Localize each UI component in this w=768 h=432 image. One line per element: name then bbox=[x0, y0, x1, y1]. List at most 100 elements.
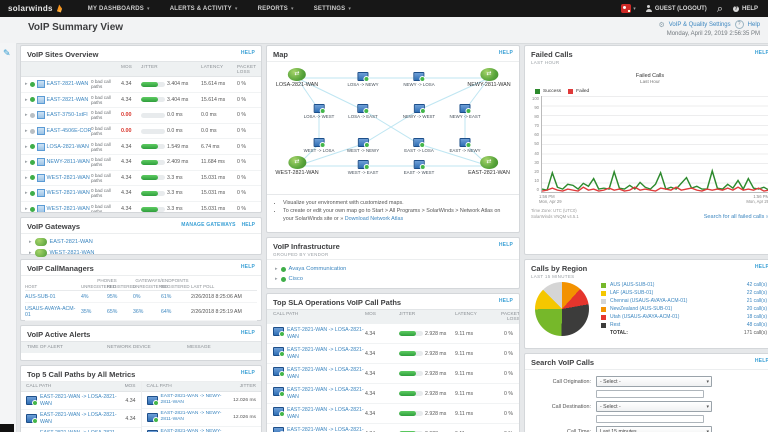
help-link[interactable]: HELP bbox=[241, 264, 255, 270]
expand-icon[interactable]: ▸ bbox=[275, 266, 278, 272]
nav-my-dashboards[interactable]: MY DASHBOARDS▾ bbox=[79, 0, 159, 17]
help-link[interactable]: HELP bbox=[241, 330, 255, 336]
expand-icon[interactable]: ▸ bbox=[25, 112, 28, 118]
call-path-link[interactable]: EAST-2821-WAN -> NEWY-2811-WAN bbox=[161, 411, 231, 423]
call-path-link[interactable]: EAST-2821-WAN -> LOSA-2821-WAN bbox=[40, 394, 122, 407]
call-path-link[interactable]: EAST-2821-WAN -> LOSA-2821-WAN bbox=[287, 427, 365, 432]
call-path-link[interactable]: EAST-2821-WAN -> LOSA-2821-WAN bbox=[287, 367, 365, 380]
expand-icon[interactable]: ▸ bbox=[25, 128, 28, 134]
region-link[interactable]: Utah (USAUS-AVAYA-ACM-01) bbox=[610, 314, 743, 320]
call-path-link[interactable]: EAST-2821-WAN -> NEWY-2811-WAN bbox=[161, 394, 231, 406]
search-failed-calls-link[interactable]: Search for all failed calls » bbox=[704, 214, 768, 220]
map-node-router[interactable]: ⇄NEWY-2811-WAN bbox=[467, 68, 510, 88]
help-link[interactable]: HELP bbox=[499, 242, 513, 251]
solarwinds-logo[interactable]: solarwinds bbox=[8, 4, 53, 13]
map-node-path[interactable]: LOSA -> NEWY bbox=[347, 72, 378, 87]
expand-icon[interactable]: ▸ bbox=[25, 159, 28, 165]
sla-row[interactable]: EAST-2821-WAN -> LOSA-2821-WAN 4.34 2.92… bbox=[267, 324, 519, 344]
help-button[interactable]: ?HELP bbox=[733, 6, 758, 12]
network-map[interactable]: ⇄LOSA-2821-WAN ⇄NEWY-2811-WAN ⇄WEST-2821… bbox=[267, 61, 519, 194]
map-node-path[interactable]: LOSA -> EAST bbox=[348, 104, 377, 119]
site-row[interactable]: ▸ NEWY-2811-WAN 0 bad call paths 4.34 2.… bbox=[21, 155, 261, 171]
call-path-link[interactable]: EAST-2821-WAN -> LOSA-2821-WAN bbox=[287, 347, 365, 360]
sla-row[interactable]: EAST-2821-WAN -> LOSA-2821-WAN 4.34 2.92… bbox=[267, 344, 519, 364]
region-legend-row[interactable]: LAF (AUS-SUB-01) 22 call(s) bbox=[601, 289, 767, 297]
nav-alerts-activity[interactable]: ALERTS & ACTIVITY▾ bbox=[161, 0, 247, 17]
call-destination-input[interactable] bbox=[596, 415, 704, 423]
site-link[interactable]: WEST-2821-WAN bbox=[47, 190, 90, 196]
site-row[interactable]: ▸ EAST-3750-1stFl 0 bad call paths 0.00 … bbox=[21, 108, 261, 124]
call-path-row[interactable]: EAST-2821-WAN -> LOSA-2821-WAN 4.34 bbox=[21, 392, 141, 410]
help-link[interactable]: HELP bbox=[242, 222, 255, 228]
map-node-router[interactable]: ⇄WEST-2821-WAN bbox=[275, 156, 318, 176]
call-path-row[interactable]: EAST-2821-WAN -> NEWY-2811-WAN 12.026 ms bbox=[142, 427, 262, 432]
help-link[interactable]: HELP bbox=[755, 264, 768, 273]
site-link[interactable]: NEWY-2811-WAN bbox=[47, 159, 90, 165]
site-row[interactable]: ▸ WEST-2821-WAN 0 bad call paths 4.34 3.… bbox=[21, 171, 261, 187]
site-link[interactable]: EAST-2821-WAN bbox=[47, 97, 89, 103]
site-link[interactable]: EAST-4506E-CORE bbox=[47, 128, 91, 134]
vendor-item[interactable]: ▸ Cisco bbox=[275, 274, 511, 284]
map-node-path[interactable]: WEST -> LOSA bbox=[304, 138, 335, 153]
help-link[interactable]: HELP bbox=[499, 50, 513, 56]
call-origination-input[interactable] bbox=[596, 390, 704, 398]
sla-row[interactable]: EAST-2821-WAN -> LOSA-2821-WAN 4.34 2.92… bbox=[267, 364, 519, 384]
nav-reports[interactable]: REPORTS▾ bbox=[249, 0, 303, 17]
call-path-link[interactable]: EAST-2821-WAN -> LOSA-2821-WAN bbox=[287, 387, 365, 400]
map-node-path[interactable]: NEWY -> LOSA bbox=[403, 72, 434, 87]
region-link[interactable]: Rest bbox=[610, 322, 743, 328]
site-row[interactable]: ▸ LOSA-2821-WAN 0 bad call paths 4.34 1.… bbox=[21, 139, 261, 155]
gateway-link[interactable]: WEST-2821-WAN bbox=[50, 250, 95, 256]
expand-icon[interactable]: ▸ bbox=[25, 81, 28, 87]
call-path-link[interactable]: EAST-2821-WAN -> NEWY-2811-WAN bbox=[161, 429, 231, 432]
callmanager-host-link[interactable]: USAUS-AVAYA-ACM-01 bbox=[25, 306, 81, 318]
site-row[interactable]: ▸ EAST-2821-WAN 0 bad call paths 4.34 3.… bbox=[21, 77, 261, 93]
gateway-item[interactable]: ▸ EAST-2821-WAN bbox=[29, 236, 255, 247]
region-link[interactable]: AUS (AUS-SUB-01) bbox=[610, 282, 743, 288]
voip-quality-settings-link[interactable]: VoIP & Quality Settings bbox=[669, 22, 731, 28]
search-icon[interactable]: ⌕ bbox=[717, 4, 723, 14]
manage-gateways-link[interactable]: MANAGE GATEWAYS bbox=[181, 222, 235, 228]
region-link[interactable]: LAF (AUS-SUB-01) bbox=[610, 290, 743, 296]
expand-icon[interactable]: ▸ bbox=[25, 144, 28, 150]
region-legend-row[interactable]: NewZealand (AUS-SUB-01) 20 call(s) bbox=[601, 305, 767, 313]
map-node-path[interactable]: NEWY -> WEST bbox=[403, 104, 435, 119]
map-node-path[interactable]: NEWY -> EAST bbox=[449, 104, 480, 119]
alert-notification-button[interactable]: ▾ bbox=[621, 4, 636, 13]
site-link[interactable]: LOSA-2821-WAN bbox=[47, 144, 89, 150]
region-pie[interactable] bbox=[535, 282, 589, 336]
call-time-select[interactable]: Last 15 minutes bbox=[596, 426, 712, 432]
expand-icon[interactable]: ▸ bbox=[25, 206, 28, 212]
help-link[interactable]: HELP bbox=[499, 298, 513, 304]
map-node-router[interactable]: ⇄EAST-2821-WAN bbox=[468, 156, 510, 176]
sla-row[interactable]: EAST-2821-WAN -> LOSA-2821-WAN 4.34 2.92… bbox=[267, 424, 519, 432]
expand-icon[interactable]: ▸ bbox=[29, 250, 32, 256]
user-menu[interactable]: GUEST (LOGOUT) bbox=[646, 5, 707, 12]
expand-icon[interactable]: ▸ bbox=[25, 97, 28, 103]
expand-icon[interactable]: ▸ bbox=[25, 175, 28, 181]
download-network-atlas-link[interactable]: Download Network Atlas bbox=[345, 216, 403, 222]
call-origination-select[interactable]: - Select - bbox=[596, 376, 712, 387]
site-row[interactable]: ▸ EAST-4506E-CORE 0 bad call paths 0.00 … bbox=[21, 124, 261, 140]
edit-page-icon[interactable]: ✎ bbox=[3, 48, 11, 59]
region-link[interactable]: NewZealand (AUS-SUB-01) bbox=[610, 306, 743, 312]
sla-row[interactable]: EAST-2821-WAN -> LOSA-2821-WAN 4.34 2.92… bbox=[267, 404, 519, 424]
page-help-link[interactable]: Help bbox=[748, 22, 760, 28]
call-path-link[interactable]: EAST-2821-WAN -> LOSA-2821-WAN bbox=[287, 327, 365, 340]
map-node-path[interactable]: EAST -> LOSA bbox=[404, 138, 434, 153]
call-path-row[interactable]: EAST-2821-WAN -> NEWY-2811-WAN 12.026 ms bbox=[142, 409, 262, 426]
expand-icon[interactable]: ▸ bbox=[25, 190, 28, 196]
call-destination-select[interactable]: - Select - bbox=[596, 401, 712, 412]
help-link[interactable]: HELP bbox=[755, 358, 768, 364]
callmanager-row[interactable]: USAUS-AVAYA-ACM-01 35% 65% 36% 64% 2/26/… bbox=[25, 303, 257, 321]
call-path-row[interactable]: EAST-2821-WAN -> NEWY-2811-WAN 12.026 ms bbox=[142, 392, 262, 409]
site-row[interactable]: ▸ WEST-2821-WAN 0 bad call paths 4.34 3.… bbox=[21, 186, 261, 202]
call-path-link[interactable]: EAST-2821-WAN -> LOSA-2821-WAN bbox=[287, 407, 365, 420]
vendor-link[interactable]: Cisco bbox=[289, 276, 304, 282]
vendor-item[interactable]: ▸ Avaya Communication bbox=[275, 264, 511, 274]
map-node-router[interactable]: ⇄LOSA-2821-WAN bbox=[276, 68, 318, 88]
expand-icon[interactable]: ▸ bbox=[29, 239, 32, 245]
callmanager-host-link[interactable]: AUS-SUB-01 bbox=[25, 294, 81, 300]
map-node-path[interactable]: EAST -> NEWY bbox=[449, 138, 480, 153]
region-link[interactable]: Chennai (USAUS-AVAYA-ACM-01) bbox=[610, 298, 743, 304]
